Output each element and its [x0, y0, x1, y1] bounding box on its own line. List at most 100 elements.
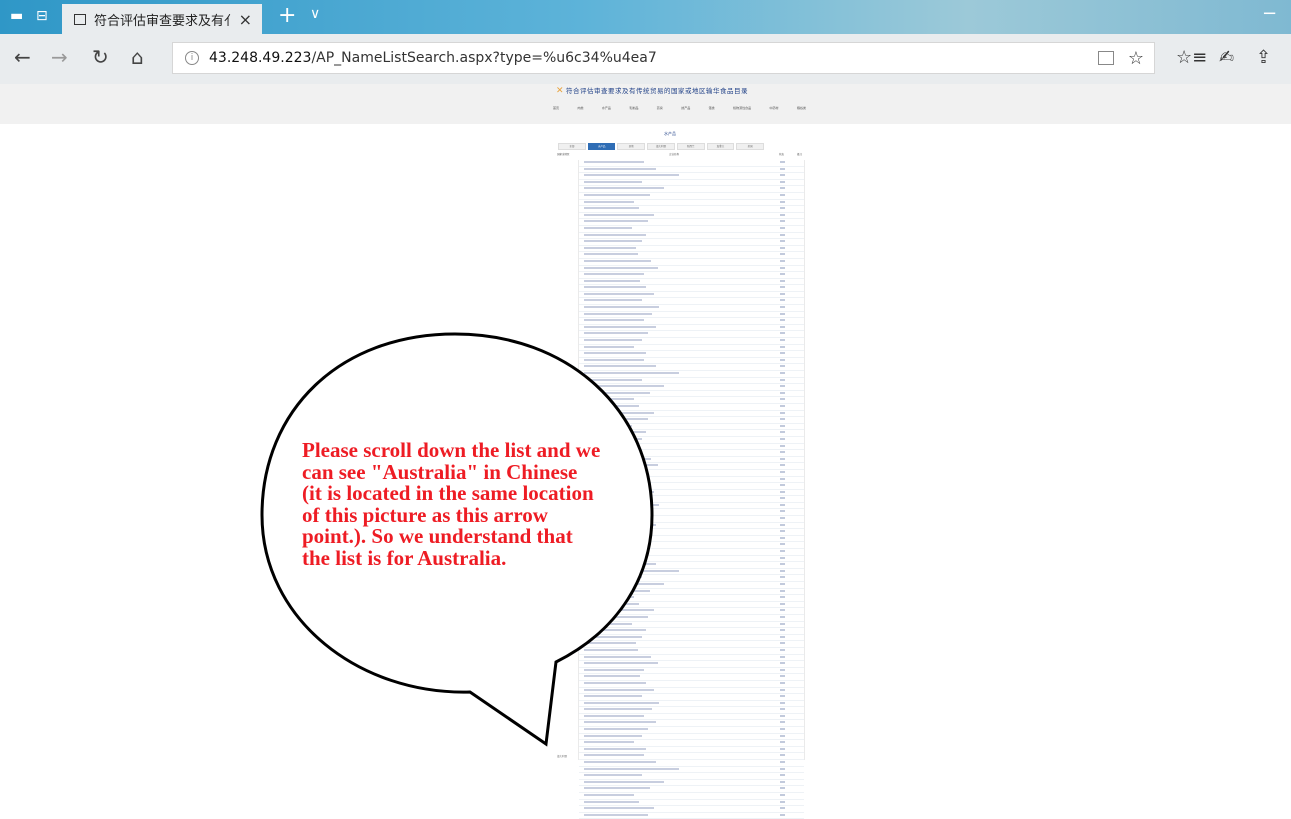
row-status-placeholder [780, 490, 785, 493]
row-text-placeholder [584, 767, 679, 770]
row-status-placeholder [780, 358, 785, 361]
row-status-placeholder [780, 635, 785, 638]
row-status-placeholder [780, 747, 785, 750]
table-header: 国家或地区 企业名称 状态 备注 [557, 152, 804, 158]
row-text-placeholder [584, 385, 664, 388]
back-icon[interactable]: ← [14, 47, 31, 67]
row-status-placeholder [780, 576, 785, 579]
table-row [579, 701, 804, 708]
table-row [579, 549, 804, 556]
row-text-placeholder [584, 734, 642, 737]
table-row [579, 569, 804, 576]
filter-tab[interactable]: 其他 [617, 143, 646, 150]
table-row [579, 786, 804, 793]
table-row [579, 655, 804, 662]
company-list[interactable] [578, 160, 805, 819]
filter-tab[interactable]: 加拿大 [706, 143, 735, 150]
row-status-placeholder [780, 451, 785, 454]
tab-preview-icon[interactable]: ∨ [310, 6, 320, 22]
row-text-placeholder [584, 695, 642, 698]
row-text-placeholder [584, 642, 636, 645]
menu-item[interactable]: 肉类 [577, 106, 583, 110]
table-row [579, 483, 804, 490]
row-text-placeholder [584, 728, 648, 731]
row-text-placeholder [584, 576, 642, 579]
share-icon[interactable]: ⇪ [1256, 47, 1271, 68]
filter-tab[interactable]: 澳大利亚 [647, 143, 675, 150]
favorites-hub-icon[interactable]: ☆≡ [1176, 47, 1207, 68]
favorite-star-icon[interactable]: ☆ [1128, 48, 1144, 69]
table-row [579, 160, 804, 167]
window-menu-icon[interactable]: ▬ [10, 9, 26, 23]
menu-item[interactable]: 蜂产品 [681, 106, 690, 110]
table-row [579, 681, 804, 688]
site-info-icon[interactable]: i [185, 51, 199, 65]
row-text-placeholder [584, 398, 634, 401]
table-row [579, 628, 804, 635]
page-icon [74, 13, 86, 25]
table-row [579, 298, 804, 306]
menu-item[interactable]: 首页 [553, 106, 559, 110]
row-status-placeholder [780, 180, 785, 183]
table-row [579, 239, 804, 246]
filter-tab[interactable]: 新西兰 [676, 143, 705, 150]
filter-tab[interactable]: 全部 [558, 143, 586, 150]
table-row [579, 767, 804, 774]
col-status: 状态 [779, 153, 785, 156]
web-notes-icon[interactable]: ✍ [1219, 47, 1234, 68]
new-tab-button[interactable]: + [278, 3, 296, 28]
reading-view-icon[interactable] [1097, 51, 1114, 65]
row-status-placeholder [780, 523, 785, 526]
table-row [579, 536, 804, 543]
row-status-placeholder [780, 273, 785, 276]
table-row [579, 615, 804, 622]
home-icon[interactable]: ⌂ [131, 47, 144, 67]
menu-item[interactable]: 植物源性食品 [733, 106, 751, 110]
row-status-placeholder [780, 662, 785, 665]
row-text-placeholder [584, 332, 648, 335]
menu-item[interactable]: 粮谷类 [797, 106, 806, 110]
row-text-placeholder [584, 391, 650, 394]
row-status-placeholder [780, 583, 785, 585]
url-text[interactable]: 43.248.49.223/AP_NameListSearch.aspx?typ… [209, 50, 1098, 66]
filter-tab-active[interactable]: 水产品 [587, 143, 616, 150]
table-row [579, 450, 804, 457]
tab-close-icon[interactable]: × [239, 10, 252, 29]
table-row [579, 582, 804, 589]
menu-item[interactable]: 水产品 [602, 106, 611, 110]
table-row [579, 641, 804, 648]
menu-item[interactable]: 燕窝 [657, 106, 663, 110]
menu-item[interactable]: 乳制品 [629, 106, 638, 110]
tabs-aside-icon[interactable]: ⊟ [36, 9, 52, 23]
row-status-placeholder [780, 259, 785, 262]
forward-icon[interactable]: → [51, 47, 68, 67]
table-row [579, 490, 804, 497]
row-text-placeholder [584, 714, 644, 717]
filter-tab[interactable]: 美国 [736, 143, 765, 150]
table-row [579, 556, 804, 563]
table-row [579, 575, 804, 582]
table-row [579, 378, 804, 385]
address-bar[interactable]: i 43.248.49.223/AP_NameListSearch.aspx?t… [172, 42, 1155, 74]
row-status-placeholder [780, 543, 785, 546]
row-status-placeholder [780, 761, 785, 764]
minimize-button[interactable]: − [1262, 3, 1277, 24]
table-row [579, 437, 804, 444]
row-status-placeholder [780, 444, 785, 447]
row-text-placeholder [584, 240, 642, 243]
table-row [579, 285, 804, 292]
active-tab[interactable]: 符合评估审查要求及有亻 × [62, 4, 262, 34]
row-text-placeholder [584, 787, 650, 790]
row-status-placeholder [780, 299, 785, 302]
row-text-placeholder [584, 721, 656, 724]
col-name: 企业名称 [669, 153, 680, 156]
refresh-icon[interactable]: ↻ [92, 47, 109, 67]
menu-item[interactable]: 中药材 [770, 106, 779, 110]
row-status-placeholder [780, 629, 785, 632]
row-status-placeholder [780, 695, 785, 698]
menu-item[interactable]: 蛋类 [709, 106, 715, 110]
table-row [579, 312, 804, 319]
row-text-placeholder [584, 648, 638, 651]
row-status-placeholder [780, 602, 785, 605]
table-row [579, 252, 804, 259]
